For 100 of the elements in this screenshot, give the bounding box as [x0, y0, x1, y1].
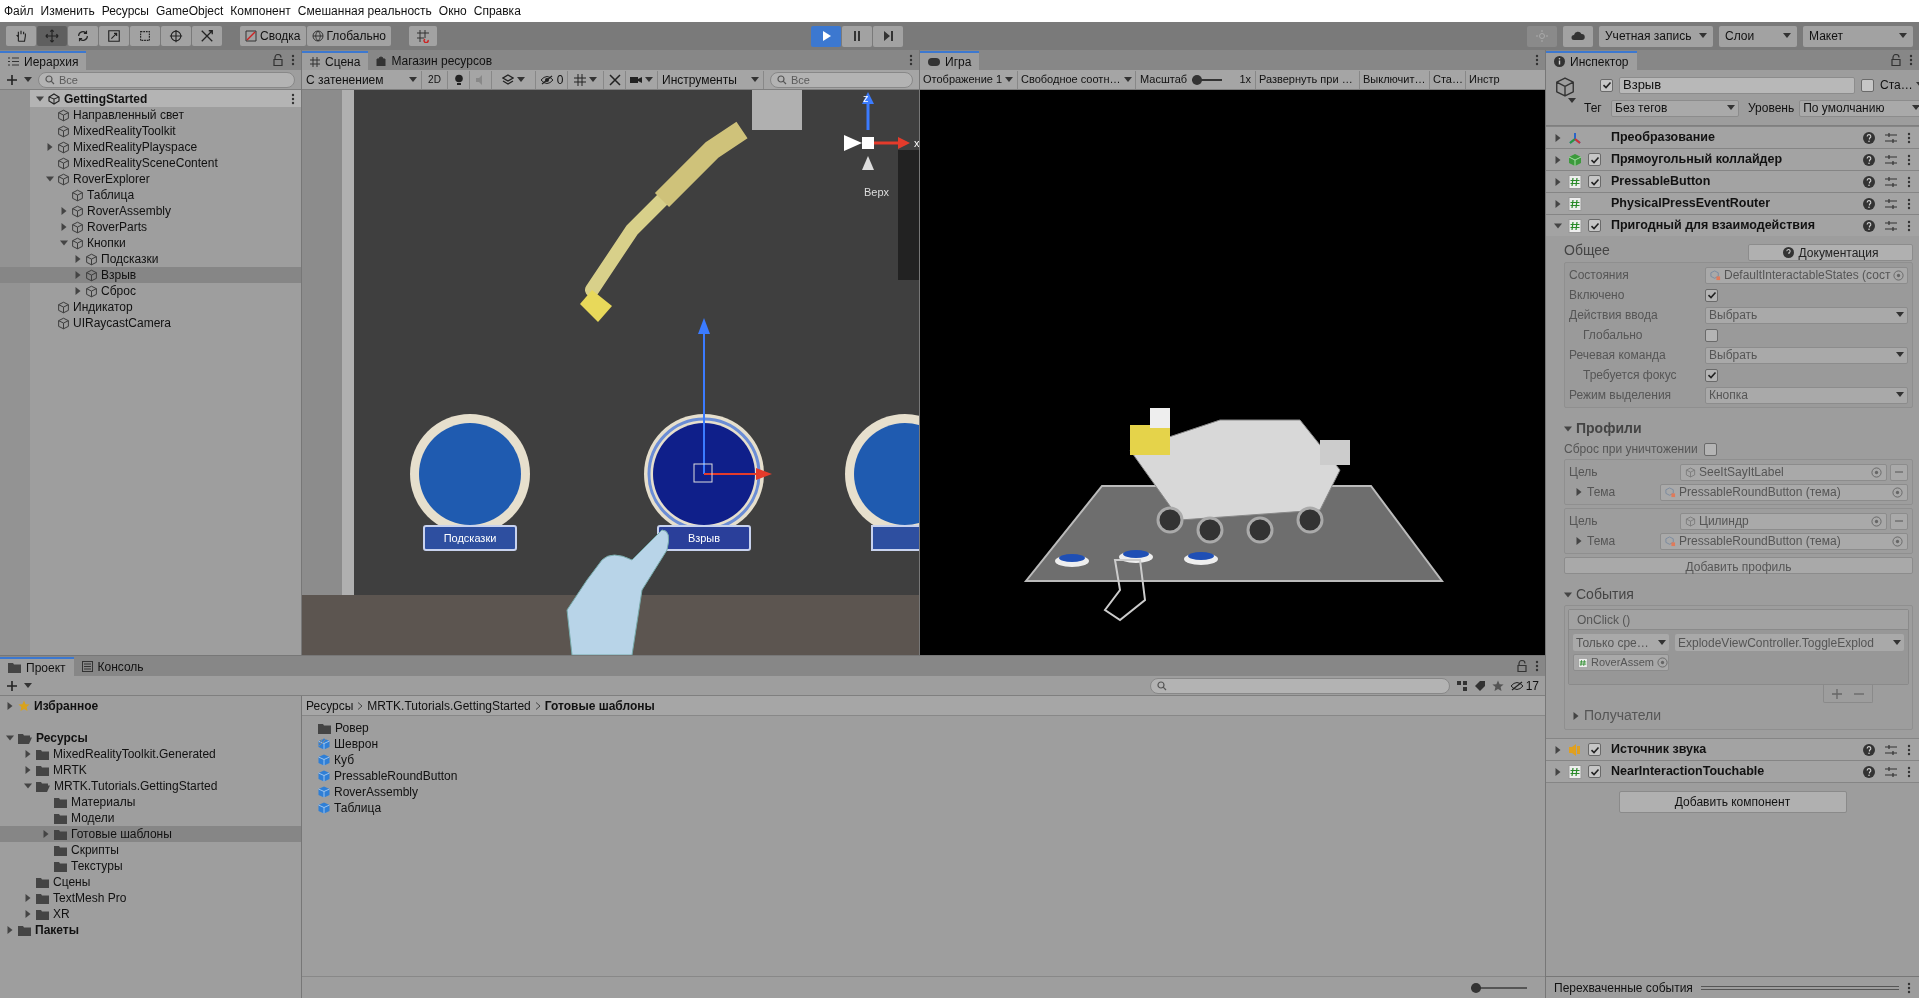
menu-item[interactable]: Окно	[438, 2, 467, 20]
search-field[interactable]: Все	[770, 71, 913, 88]
component-header[interactable]: NearInteractionTouchable	[1546, 760, 1919, 782]
stats-toggle[interactable]: Ста…	[1430, 70, 1466, 89]
account-dropdown[interactable]: Учетная запись	[1599, 25, 1713, 47]
tree-item[interactable]: Пакеты	[0, 922, 301, 938]
layout-dropdown[interactable]: Макет	[1803, 25, 1913, 47]
asset-item[interactable]: Куб	[318, 752, 1545, 768]
component-header[interactable]: Преобразование	[1546, 126, 1919, 148]
tree-item[interactable]: Таблица	[0, 187, 301, 203]
display-dropdown[interactable]: Отображение 1	[920, 70, 1018, 89]
asset-item[interactable]: Ровер	[318, 720, 1545, 736]
asset-item[interactable]: Таблица	[318, 800, 1545, 816]
mute-toggle[interactable]: Выключит…	[1360, 70, 1430, 89]
checkbox[interactable]	[1705, 328, 1718, 342]
search-input[interactable]: Все	[59, 72, 288, 87]
name-field[interactable]: Взрыв	[1619, 76, 1855, 94]
maximize-toggle[interactable]: Развернуть при …	[1256, 70, 1360, 89]
tree-item[interactable]: XR	[0, 906, 301, 922]
checkbox[interactable]	[1588, 765, 1601, 778]
aspect-dropdown[interactable]: Свободное соотн…	[1018, 70, 1136, 89]
docs-button[interactable]: Документация	[1748, 244, 1913, 261]
tree-item[interactable]: MRTK.Tutorials.GettingStarted	[0, 778, 301, 794]
tree-item[interactable]: Избранное	[0, 698, 301, 714]
breadcrumb-item[interactable]: MRTK.Tutorials.GettingStarted	[367, 696, 531, 715]
static-dropdown[interactable]: Ста…	[1880, 76, 1919, 94]
tree-item[interactable]: Взрыв	[0, 267, 301, 283]
tree-item[interactable]: MRTK	[0, 762, 301, 778]
tool-button[interactable]	[6, 26, 36, 46]
search-field[interactable]: Все	[38, 71, 295, 88]
icon-size-slider[interactable]	[1471, 982, 1527, 993]
component-header[interactable]: Прямоугольный коллайдер	[1546, 148, 1919, 170]
section-header[interactable]: События	[1564, 584, 1913, 605]
menu-item[interactable]: Файл	[4, 2, 34, 20]
panel-tab[interactable]: Игра	[920, 51, 980, 70]
tree-item[interactable]: Материалы	[0, 794, 301, 810]
play-button[interactable]	[811, 25, 841, 47]
panel-tab[interactable]: Проект	[0, 657, 74, 676]
layers-dropdown[interactable]: Слои	[1719, 25, 1797, 47]
tag-dropdown[interactable]: Без тегов	[1611, 99, 1739, 117]
footer-label[interactable]: Перехваченные события	[1554, 978, 1693, 997]
slider-thumb[interactable]	[1192, 74, 1203, 85]
checkbox[interactable]	[1600, 78, 1613, 92]
tool-button[interactable]	[99, 26, 129, 46]
asset-item[interactable]: RoverAssembly	[318, 784, 1545, 800]
tree-item[interactable]: Индикатор	[0, 299, 301, 315]
tree-item[interactable]: RoverParts	[0, 219, 301, 235]
tree-item[interactable]: MixedRealitySceneContent	[0, 155, 301, 171]
search-input[interactable]: Все	[791, 72, 906, 87]
space-button[interactable]: Глобально	[306, 26, 391, 46]
component-header[interactable]: PhysicalPressEventRouter	[1546, 192, 1919, 214]
tool-button[interactable]	[161, 26, 191, 46]
tree-item[interactable]: MixedRealityPlayspace	[0, 139, 301, 155]
pivot-button[interactable]: Сводка	[240, 26, 306, 46]
pause-button[interactable]	[842, 25, 872, 47]
step-button[interactable]	[873, 25, 903, 47]
snap-button[interactable]	[409, 26, 437, 46]
tool-button[interactable]	[68, 26, 98, 46]
view-gizmo[interactable]	[844, 92, 910, 170]
tree-item[interactable]: RoverExplorer	[0, 171, 301, 187]
gizmos-toggle[interactable]: Инстр	[1466, 70, 1545, 89]
layer-dropdown[interactable]: По умолчанию	[1799, 99, 1919, 117]
asset-item[interactable]: PressableRoundButton	[318, 768, 1545, 784]
tree-item[interactable]: Кнопки	[0, 235, 301, 251]
menu-item[interactable]: Ресурсы	[101, 2, 149, 20]
tree-item[interactable]: MixedRealityToolkit	[0, 123, 301, 139]
tree-item[interactable]: UIRaycastCamera	[0, 315, 301, 331]
panel-tab[interactable]: Инспектор	[1546, 51, 1637, 70]
menu-item[interactable]: Компонент	[230, 2, 291, 20]
search-field[interactable]	[1149, 677, 1450, 694]
move-gizmo[interactable]	[693, 318, 772, 483]
checkbox[interactable]	[1705, 288, 1718, 302]
menu-item[interactable]: Изменить	[40, 2, 95, 20]
tree-item[interactable]: MixedRealityToolkit.Generated	[0, 746, 301, 762]
checkbox[interactable]	[1588, 153, 1601, 166]
tree-item[interactable]: Текстуры	[0, 858, 301, 874]
checkbox[interactable]	[1703, 442, 1717, 456]
tool-button[interactable]	[130, 26, 160, 46]
tree-item[interactable]: Подсказки	[0, 251, 301, 267]
breadcrumb-item[interactable]: Готовые шаблоны	[544, 696, 655, 715]
tool-button[interactable]	[192, 26, 222, 46]
tree-item[interactable]: Готовые шаблоны	[0, 826, 301, 842]
scene-root[interactable]: GettingStarted	[30, 90, 301, 107]
tree-item[interactable]: Сцены	[0, 874, 301, 890]
tree-item[interactable]: Модели	[0, 810, 301, 826]
section-header[interactable]: Профили	[1564, 418, 1913, 439]
asset-item[interactable]: Шеврон	[318, 736, 1545, 752]
tree-item[interactable]: Скрипты	[0, 842, 301, 858]
menu-item[interactable]: GameObject	[156, 2, 224, 20]
tree-item[interactable]: Направленный свет	[0, 107, 301, 123]
checkbox[interactable]	[1588, 743, 1601, 756]
slider-thumb[interactable]	[1471, 982, 1481, 993]
menu-item[interactable]: Справка	[473, 2, 521, 20]
breadcrumb-item[interactable]: Ресурсы	[306, 696, 354, 715]
checkbox[interactable]	[1705, 368, 1718, 382]
tree-item[interactable]: Ресурсы	[0, 730, 301, 746]
checkbox[interactable]	[1588, 219, 1601, 232]
panel-tab[interactable]: Иерархия	[0, 51, 87, 70]
cloud-button[interactable]	[1563, 25, 1593, 47]
add-component-button[interactable]: Добавить компонент	[1618, 791, 1847, 813]
